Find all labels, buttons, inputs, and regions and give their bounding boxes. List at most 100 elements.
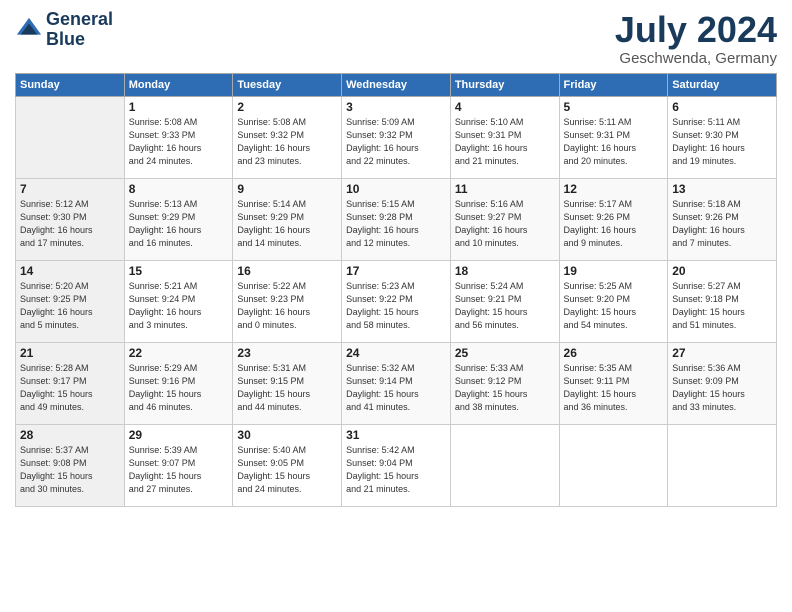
day-info: Sunrise: 5:23 AM Sunset: 9:22 PM Dayligh… [346, 280, 446, 332]
calendar-cell: 18 Sunrise: 5:24 AM Sunset: 9:21 PM Dayli… [450, 260, 559, 342]
day-number: 18 [455, 264, 555, 278]
title-block: July 2024 Geschwenda, Germany [615, 10, 777, 67]
day-info: Sunrise: 5:13 AM Sunset: 9:29 PM Dayligh… [129, 198, 229, 250]
calendar-table: SundayMondayTuesdayWednesdayThursdayFrid… [15, 73, 777, 507]
day-header: Sunday [16, 73, 125, 96]
day-info: Sunrise: 5:14 AM Sunset: 9:29 PM Dayligh… [237, 198, 337, 250]
day-info: Sunrise: 5:21 AM Sunset: 9:24 PM Dayligh… [129, 280, 229, 332]
day-number: 6 [672, 100, 772, 114]
calendar-cell: 31 Sunrise: 5:42 AM Sunset: 9:04 PM Dayli… [342, 424, 451, 506]
calendar-week-row: 1Sunrise: 5:08 AM Sunset: 9:33 PM Daylig… [16, 96, 777, 178]
calendar-cell: 17 Sunrise: 5:23 AM Sunset: 9:22 PM Dayli… [342, 260, 451, 342]
calendar-week-row: 21 Sunrise: 5:28 AM Sunset: 9:17 PM Dayli… [16, 342, 777, 424]
day-number: 11 [455, 182, 555, 196]
calendar-cell: 29 Sunrise: 5:39 AM Sunset: 9:07 PM Dayli… [124, 424, 233, 506]
calendar-cell: 2Sunrise: 5:08 AM Sunset: 9:32 PM Daylig… [233, 96, 342, 178]
day-info: Sunrise: 5:24 AM Sunset: 9:21 PM Dayligh… [455, 280, 555, 332]
day-info: Sunrise: 5:22 AM Sunset: 9:23 PM Dayligh… [237, 280, 337, 332]
day-number: 9 [237, 182, 337, 196]
day-info: Sunrise: 5:11 AM Sunset: 9:30 PM Dayligh… [672, 116, 772, 168]
day-number: 21 [20, 346, 120, 360]
day-number: 5 [564, 100, 664, 114]
calendar-cell: 3Sunrise: 5:09 AM Sunset: 9:32 PM Daylig… [342, 96, 451, 178]
day-number: 25 [455, 346, 555, 360]
page-container: General Blue July 2024 Geschwenda, Germa… [0, 0, 792, 517]
day-info: Sunrise: 5:17 AM Sunset: 9:26 PM Dayligh… [564, 198, 664, 250]
calendar-cell [668, 424, 777, 506]
calendar-cell: 15 Sunrise: 5:21 AM Sunset: 9:24 PM Dayli… [124, 260, 233, 342]
day-number: 12 [564, 182, 664, 196]
day-number: 20 [672, 264, 772, 278]
day-number: 1 [129, 100, 229, 114]
calendar-cell: 12 Sunrise: 5:17 AM Sunset: 9:26 PM Dayli… [559, 178, 668, 260]
calendar-cell: 22 Sunrise: 5:29 AM Sunset: 9:16 PM Dayli… [124, 342, 233, 424]
calendar-cell: 25 Sunrise: 5:33 AM Sunset: 9:12 PM Dayli… [450, 342, 559, 424]
day-number: 22 [129, 346, 229, 360]
logo-text: General Blue [46, 10, 113, 50]
calendar-cell: 30Sunrise: 5:40 AM Sunset: 9:05 PM Dayli… [233, 424, 342, 506]
calendar-week-row: 28Sunrise: 5:37 AM Sunset: 9:08 PM Dayli… [16, 424, 777, 506]
day-number: 8 [129, 182, 229, 196]
day-number: 16 [237, 264, 337, 278]
calendar-header-row: SundayMondayTuesdayWednesdayThursdayFrid… [16, 73, 777, 96]
day-header: Thursday [450, 73, 559, 96]
day-info: Sunrise: 5:36 AM Sunset: 9:09 PM Dayligh… [672, 362, 772, 414]
day-header: Wednesday [342, 73, 451, 96]
calendar-cell [450, 424, 559, 506]
day-info: Sunrise: 5:27 AM Sunset: 9:18 PM Dayligh… [672, 280, 772, 332]
day-number: 13 [672, 182, 772, 196]
calendar-cell: 21 Sunrise: 5:28 AM Sunset: 9:17 PM Dayli… [16, 342, 125, 424]
day-header: Friday [559, 73, 668, 96]
day-info: Sunrise: 5:28 AM Sunset: 9:17 PM Dayligh… [20, 362, 120, 414]
day-info: Sunrise: 5:42 AM Sunset: 9:04 PM Dayligh… [346, 444, 446, 496]
calendar-cell: 4 Sunrise: 5:10 AM Sunset: 9:31 PM Daylig… [450, 96, 559, 178]
day-number: 23 [237, 346, 337, 360]
calendar-cell: 1Sunrise: 5:08 AM Sunset: 9:33 PM Daylig… [124, 96, 233, 178]
calendar-cell: 14Sunrise: 5:20 AM Sunset: 9:25 PM Dayli… [16, 260, 125, 342]
calendar-week-row: 7 Sunrise: 5:12 AM Sunset: 9:30 PM Daylig… [16, 178, 777, 260]
day-number: 29 [129, 428, 229, 442]
calendar-cell: 7 Sunrise: 5:12 AM Sunset: 9:30 PM Daylig… [16, 178, 125, 260]
day-info: Sunrise: 5:39 AM Sunset: 9:07 PM Dayligh… [129, 444, 229, 496]
day-header: Monday [124, 73, 233, 96]
calendar-cell: 24 Sunrise: 5:32 AM Sunset: 9:14 PM Dayli… [342, 342, 451, 424]
day-info: Sunrise: 5:29 AM Sunset: 9:16 PM Dayligh… [129, 362, 229, 414]
day-info: Sunrise: 5:18 AM Sunset: 9:26 PM Dayligh… [672, 198, 772, 250]
day-info: Sunrise: 5:33 AM Sunset: 9:12 PM Dayligh… [455, 362, 555, 414]
day-number: 10 [346, 182, 446, 196]
logo: General Blue [15, 10, 113, 50]
calendar-cell: 20 Sunrise: 5:27 AM Sunset: 9:18 PM Dayli… [668, 260, 777, 342]
day-number: 17 [346, 264, 446, 278]
day-header: Saturday [668, 73, 777, 96]
day-info: Sunrise: 5:31 AM Sunset: 9:15 PM Dayligh… [237, 362, 337, 414]
day-info: Sunrise: 5:08 AM Sunset: 9:32 PM Dayligh… [237, 116, 337, 168]
day-number: 4 [455, 100, 555, 114]
logo-line1: General [46, 10, 113, 30]
calendar-cell: 13 Sunrise: 5:18 AM Sunset: 9:26 PM Dayli… [668, 178, 777, 260]
day-number: 26 [564, 346, 664, 360]
calendar-cell: 8 Sunrise: 5:13 AM Sunset: 9:29 PM Daylig… [124, 178, 233, 260]
calendar-body: 1Sunrise: 5:08 AM Sunset: 9:33 PM Daylig… [16, 96, 777, 506]
day-info: Sunrise: 5:11 AM Sunset: 9:31 PM Dayligh… [564, 116, 664, 168]
day-info: Sunrise: 5:32 AM Sunset: 9:14 PM Dayligh… [346, 362, 446, 414]
calendar-cell: 28Sunrise: 5:37 AM Sunset: 9:08 PM Dayli… [16, 424, 125, 506]
logo-line2: Blue [46, 30, 113, 50]
logo-icon [15, 16, 43, 44]
calendar-cell: 11Sunrise: 5:16 AM Sunset: 9:27 PM Dayli… [450, 178, 559, 260]
day-number: 24 [346, 346, 446, 360]
month-year: July 2024 [615, 10, 777, 50]
day-info: Sunrise: 5:40 AM Sunset: 9:05 PM Dayligh… [237, 444, 337, 496]
calendar-cell: 26Sunrise: 5:35 AM Sunset: 9:11 PM Dayli… [559, 342, 668, 424]
location: Geschwenda, Germany [615, 50, 777, 67]
day-info: Sunrise: 5:25 AM Sunset: 9:20 PM Dayligh… [564, 280, 664, 332]
calendar-cell: 19 Sunrise: 5:25 AM Sunset: 9:20 PM Dayli… [559, 260, 668, 342]
day-number: 19 [564, 264, 664, 278]
day-number: 15 [129, 264, 229, 278]
day-info: Sunrise: 5:10 AM Sunset: 9:31 PM Dayligh… [455, 116, 555, 168]
day-info: Sunrise: 5:12 AM Sunset: 9:30 PM Dayligh… [20, 198, 120, 250]
day-number: 31 [346, 428, 446, 442]
day-info: Sunrise: 5:37 AM Sunset: 9:08 PM Dayligh… [20, 444, 120, 496]
header: General Blue July 2024 Geschwenda, Germa… [15, 10, 777, 67]
day-number: 7 [20, 182, 120, 196]
calendar-cell: 27Sunrise: 5:36 AM Sunset: 9:09 PM Dayli… [668, 342, 777, 424]
